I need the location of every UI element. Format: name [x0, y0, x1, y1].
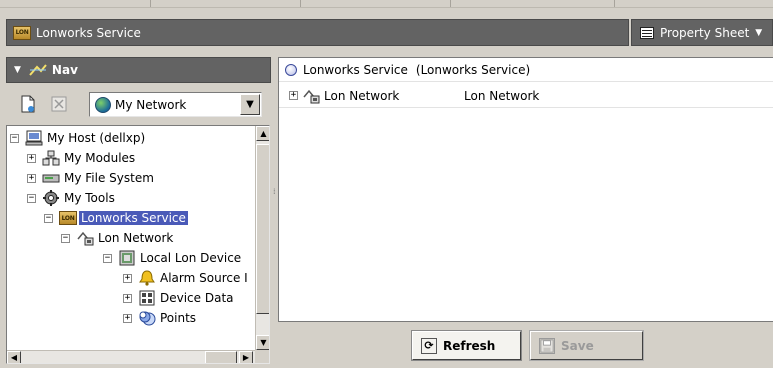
component-name: Lonworks Service	[303, 62, 408, 77]
tree-node-my-tools[interactable]: − My Tools	[27, 188, 115, 208]
window-title-bar: LON Lonworks Service	[6, 19, 629, 46]
divider	[450, 0, 451, 7]
tree-node-local-lon-device[interactable]: − Local Lon Device	[103, 248, 241, 268]
refresh-button[interactable]: ⟳ Refresh	[411, 330, 522, 361]
nav-toolbar: My Network ▼	[6, 87, 271, 119]
property-sheet-header: Lonworks Service (Lonworks Service)	[279, 58, 773, 82]
device-icon	[119, 250, 135, 266]
lonworks-icon: LON	[59, 211, 77, 225]
tree-node-lonworks-service[interactable]: − LON Lonworks Service	[44, 208, 188, 228]
tree-node-label: My Tools	[64, 191, 115, 205]
scrollbar-thumb[interactable]	[256, 144, 269, 314]
property-sheet-icon	[640, 26, 654, 39]
tools-icon	[43, 190, 59, 206]
save-button[interactable]: Save	[529, 330, 644, 361]
divider	[614, 0, 615, 7]
expand-icon[interactable]: +	[27, 173, 36, 183]
expand-icon[interactable]: +	[123, 313, 132, 323]
network-select-value: My Network	[115, 97, 187, 112]
collapse-icon[interactable]: −	[44, 213, 53, 223]
tree-node-label: Alarm Source I	[160, 271, 248, 285]
tree-node-label: Lonworks Service	[79, 211, 188, 225]
chevron-down-icon: ▼	[755, 27, 763, 38]
file-system-icon	[42, 174, 60, 183]
tree-node-label: Points	[160, 311, 197, 325]
tree-node-alarm-source[interactable]: + Alarm Source I	[123, 268, 248, 288]
refresh-icon: ⟳	[421, 337, 437, 354]
tree-node-points[interactable]: + Points	[123, 308, 196, 328]
scroll-right-icon[interactable]: ▶	[239, 351, 253, 363]
nav-header[interactable]: ▼ Nav	[6, 57, 271, 83]
view-selector-label: Property Sheet	[660, 25, 750, 40]
component-icon	[285, 63, 297, 76]
expand-icon[interactable]: +	[289, 91, 298, 100]
points-icon	[139, 311, 156, 326]
collapse-icon[interactable]: −	[103, 253, 112, 263]
collapse-icon[interactable]: −	[10, 133, 19, 143]
network-icon	[77, 231, 94, 246]
window-title: Lonworks Service	[36, 25, 141, 40]
tree-horizontal-scrollbar[interactable]: ◀ ▶	[7, 350, 255, 363]
expand-icon[interactable]: +	[123, 293, 132, 303]
tree-node-label: Lon Network	[98, 231, 174, 245]
component-type: (Lonworks Service)	[415, 62, 531, 77]
close-icon[interactable]	[51, 95, 67, 113]
tree-node-label: Local Lon Device	[140, 251, 242, 265]
save-icon	[539, 337, 555, 354]
property-name: Lon Network	[324, 88, 400, 103]
tree-node-lon-network[interactable]: − Lon Network	[61, 228, 173, 248]
nav-icon	[29, 64, 47, 76]
expand-icon[interactable]: +	[27, 153, 36, 163]
collapse-icon[interactable]: −	[61, 233, 70, 243]
tree-node-label: Device Data	[160, 291, 234, 305]
new-document-icon[interactable]	[20, 95, 36, 113]
scrollbar-thumb[interactable]	[205, 351, 237, 363]
tree-node-my-file-system[interactable]: + My File System	[27, 168, 154, 188]
network-select[interactable]: My Network ▼	[89, 92, 262, 117]
host-icon	[25, 130, 43, 146]
top-strip	[0, 0, 773, 8]
tree-node-label: My File System	[64, 171, 154, 185]
property-value: Lon Network	[464, 88, 540, 103]
view-selector-button[interactable]: Property Sheet ▼	[631, 19, 773, 46]
refresh-button-label: Refresh	[443, 338, 496, 353]
scroll-down-icon[interactable]: ▼	[256, 335, 269, 350]
tree-node-my-host[interactable]: − My Host (dellxp)	[10, 128, 145, 148]
network-icon	[303, 89, 320, 103]
device-data-icon	[139, 290, 155, 306]
tree-node-label: My Host (dellxp)	[47, 131, 146, 145]
scrollbar-corner	[255, 350, 269, 363]
divider	[300, 0, 301, 7]
globe-icon	[95, 96, 111, 113]
chevron-down-icon[interactable]: ▼	[240, 94, 260, 115]
tree-node-label: My Modules	[64, 151, 136, 165]
nav-title: Nav	[51, 63, 78, 77]
property-sheet: Lonworks Service (Lonworks Service) + Lo…	[278, 57, 773, 322]
bell-icon	[139, 270, 155, 286]
tree-node-device-data[interactable]: + Device Data	[123, 288, 234, 308]
action-bar: ⟳ Refresh Save	[278, 322, 773, 364]
scroll-left-icon[interactable]: ◀	[7, 351, 21, 363]
tree-node-my-modules[interactable]: + My Modules	[27, 148, 135, 168]
pane-splitter[interactable]: ⁞	[271, 57, 278, 364]
collapse-icon[interactable]: −	[27, 193, 36, 203]
expand-icon[interactable]: +	[123, 273, 132, 283]
modules-icon	[42, 150, 60, 166]
tree-vertical-scrollbar[interactable]: ▲ ▼	[255, 126, 269, 351]
divider	[150, 0, 151, 7]
splitter-grip-icon: ⁞	[273, 187, 275, 196]
property-row[interactable]: + Lon Network Lon Network	[279, 84, 773, 108]
collapse-icon[interactable]: ▼	[14, 65, 21, 75]
nav-tree[interactable]: − My Host (dellxp) + My Modules + My Fil…	[6, 125, 270, 364]
scroll-up-icon[interactable]: ▲	[256, 126, 269, 141]
lonworks-icon: LON	[13, 25, 31, 40]
save-button-label: Save	[561, 338, 594, 353]
nav-panel: ▼ Nav My Network ▼ − My Host (dellxp) + …	[6, 57, 271, 364]
